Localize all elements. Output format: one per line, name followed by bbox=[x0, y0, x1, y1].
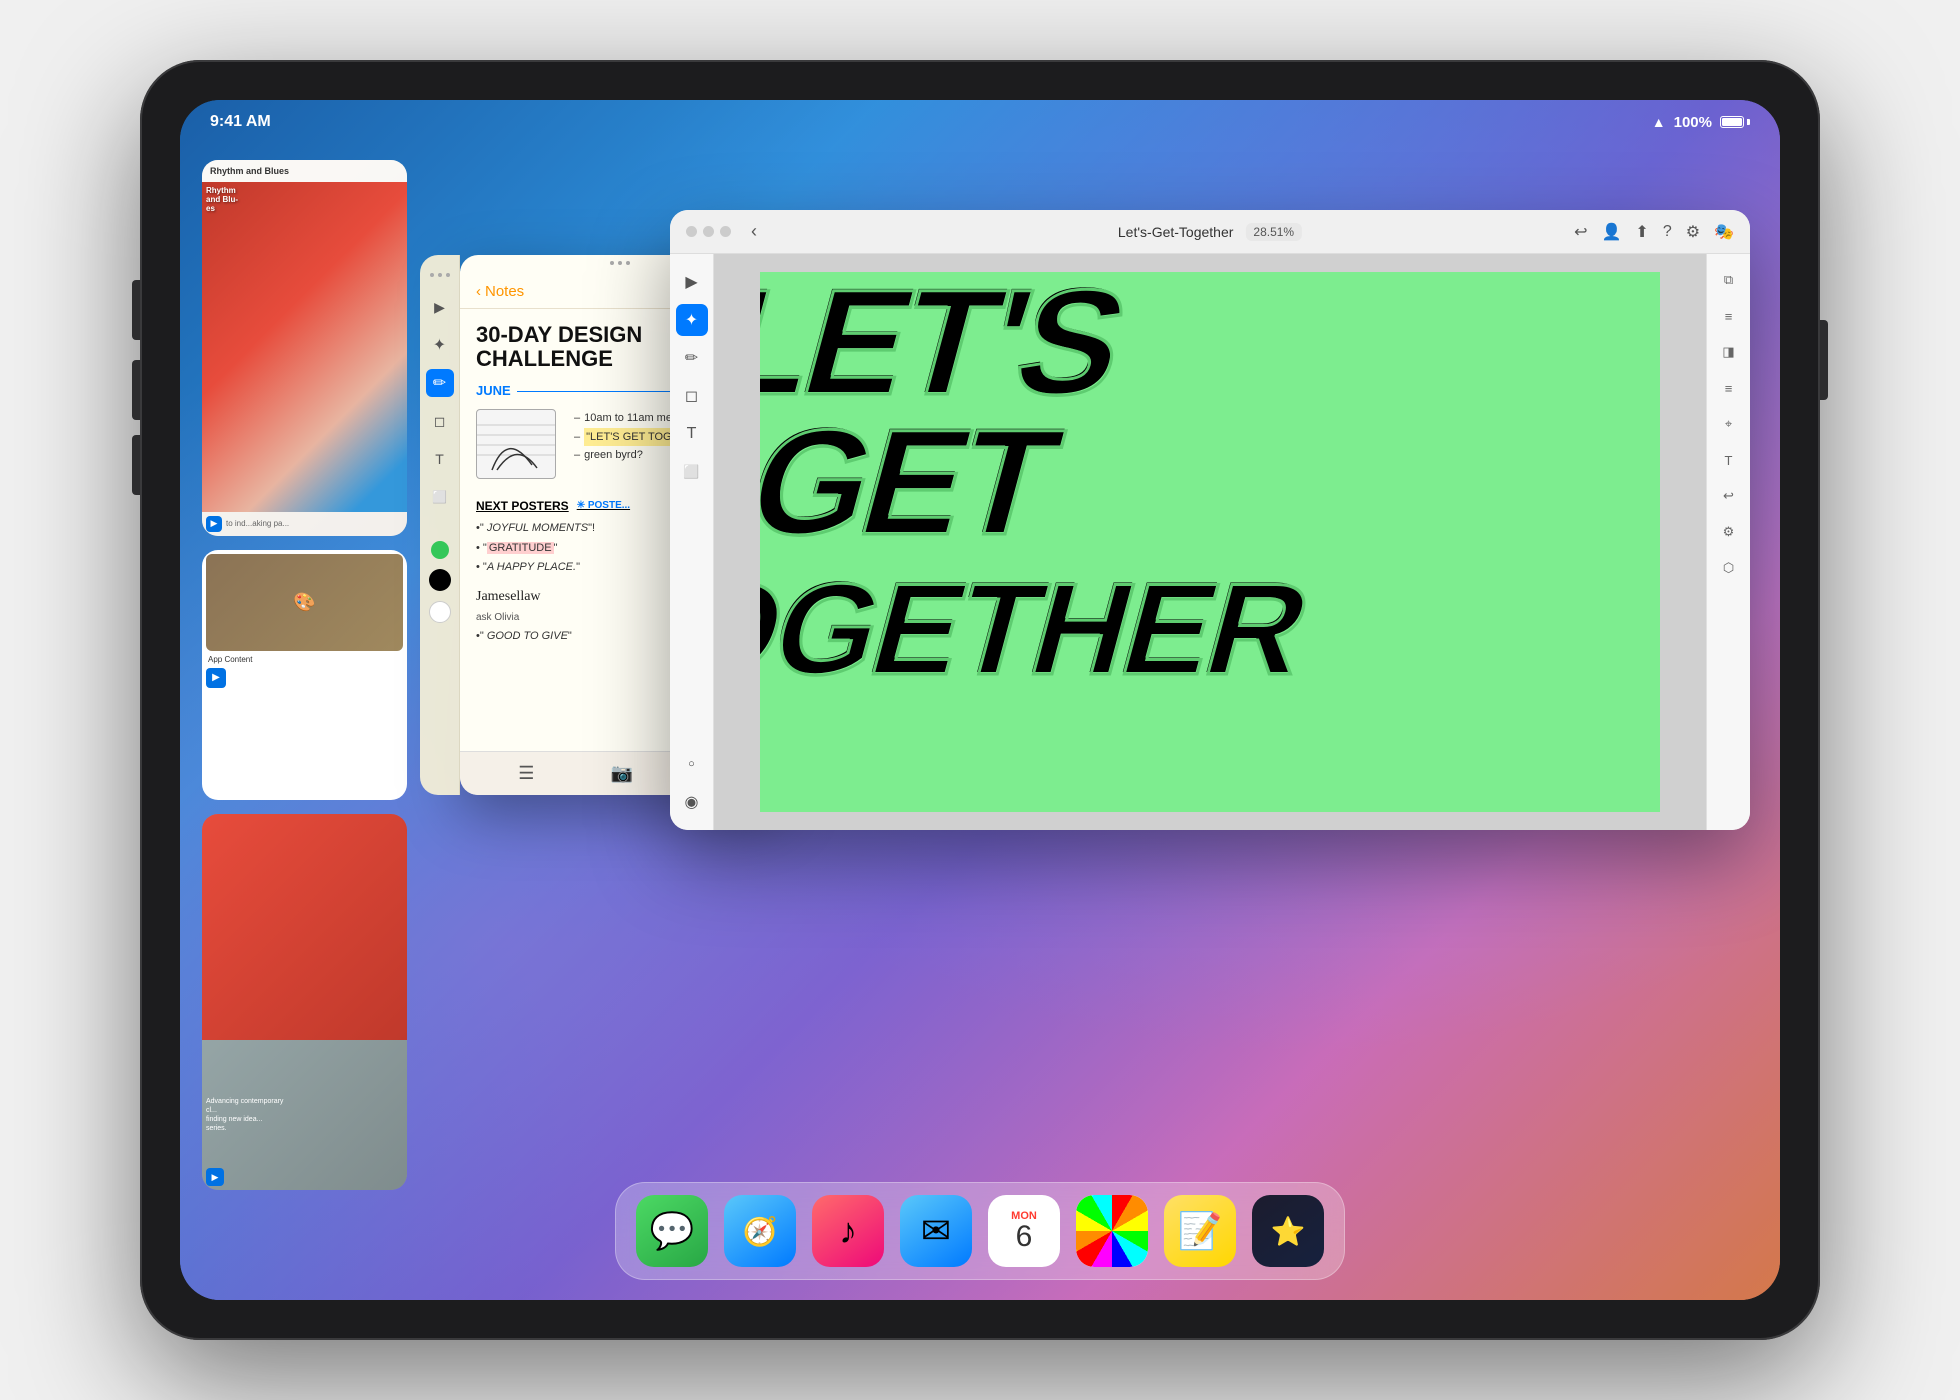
tool-pen-active[interactable]: ✦ bbox=[676, 304, 708, 336]
design-window-title: Let's-Get-Together bbox=[1118, 224, 1234, 240]
wifi-icon: ▲ bbox=[1652, 114, 1666, 130]
design-right-toolbar: ⧉ ≡ ◨ ≡ ⌖ T ↩ ⚙ ⬡ bbox=[1706, 254, 1750, 830]
right-tool-layers[interactable]: ⧉ bbox=[1715, 266, 1743, 294]
settings-icon[interactable]: ⚙ bbox=[1686, 222, 1700, 242]
design-zoom[interactable]: 28.51% bbox=[1245, 223, 1302, 241]
sidebar-card-3[interactable]: Advancing contemporarycl...finding new i… bbox=[202, 814, 407, 1190]
color-green[interactable] bbox=[431, 541, 449, 559]
dock: 💬 🧭 ♪ ✉ MON 6 � bbox=[615, 1182, 1345, 1280]
mail-icon: ✉ bbox=[921, 1210, 951, 1252]
dock-icon-photos[interactable] bbox=[1076, 1195, 1148, 1267]
ipad-shell: 9:41 AM ▲ 100% Rhythm and Blues bbox=[140, 60, 1820, 1340]
svg-text:TOGETHER: TOGETHER bbox=[760, 557, 1322, 702]
dock-icon-messages[interactable]: 💬 bbox=[636, 1195, 708, 1267]
tool-shape[interactable]: ◻ bbox=[426, 407, 454, 435]
tool-type[interactable]: T bbox=[676, 418, 708, 450]
design-titlebar-right: ↩ 👤 ⬆ ? ⚙ 🎭 bbox=[1574, 222, 1734, 242]
undo-icon[interactable]: ↩ bbox=[1574, 222, 1587, 242]
right-tool-align[interactable]: ≡ bbox=[1715, 374, 1743, 402]
dock-icon-safari[interactable]: 🧭 bbox=[724, 1195, 796, 1267]
battery-fill bbox=[1722, 118, 1742, 126]
tool-text[interactable]: T bbox=[426, 445, 454, 473]
share-icon[interactable]: ⬆ bbox=[1635, 222, 1648, 242]
battery-percent: 100% bbox=[1674, 114, 1712, 131]
svg-text:GET: GET bbox=[760, 399, 1075, 566]
notes-tool-camera[interactable]: 📷 bbox=[611, 763, 633, 784]
tool-select[interactable]: ▶ bbox=[676, 266, 708, 298]
status-time: 9:41 AM bbox=[210, 113, 271, 131]
tool-image[interactable]: ⬜ bbox=[426, 483, 454, 511]
notes-asterisk-badge: ✳ poste... bbox=[577, 498, 630, 513]
tool-move[interactable]: ▶ bbox=[426, 293, 454, 321]
design-canvas-area[interactable]: LET'S GET TOGETHER LET'S GET TOGETHER bbox=[714, 254, 1706, 830]
tool-rect[interactable]: ◻ bbox=[676, 380, 708, 412]
notes-tool-list[interactable]: ☰ bbox=[518, 763, 534, 784]
design-window-dots bbox=[686, 226, 731, 237]
design-titlebar: ‹ Let's-Get-Together 28.51% ↩ 👤 ⬆ ? ⚙ 🎭 bbox=[670, 210, 1750, 254]
right-tool-adjust[interactable]: ≡ bbox=[1715, 302, 1743, 330]
battery-indicator bbox=[1720, 116, 1750, 128]
right-tool-crop[interactable]: ◨ bbox=[1715, 338, 1743, 366]
color-white[interactable] bbox=[429, 601, 451, 623]
status-right: ▲ 100% bbox=[1652, 114, 1750, 131]
design-main: ▶ ✦ ✏ ◻ T ⬜ ○ ◉ bbox=[670, 254, 1750, 830]
design-canvas: LET'S GET TOGETHER LET'S GET TOGETHER bbox=[760, 272, 1660, 812]
right-tool-undo2[interactable]: ↩ bbox=[1715, 482, 1743, 510]
help-icon[interactable]: ? bbox=[1663, 223, 1672, 241]
user-icon[interactable]: 👤 bbox=[1602, 222, 1622, 242]
dock-icon-calendar[interactable]: MON 6 bbox=[988, 1195, 1060, 1267]
tool-pen[interactable]: ✦ bbox=[426, 331, 454, 359]
tool-brush[interactable]: ✏ bbox=[676, 342, 708, 374]
right-tool-place[interactable]: ⌖ bbox=[1715, 410, 1743, 438]
safari-icon: 🧭 bbox=[743, 1215, 778, 1248]
notes-section-header-text: NEXT POSTERS bbox=[476, 497, 569, 515]
design-window: ‹ Let's-Get-Together 28.51% ↩ 👤 ⬆ ? ⚙ 🎭 bbox=[670, 210, 1750, 830]
sidebar-card-1[interactable]: Rhythm and Blues Rhythmand Blu-es ▶ to i… bbox=[202, 160, 407, 536]
design-titlebar-center: Let's-Get-Together 28.51% bbox=[1118, 223, 1302, 241]
notes-pencil-sidebar: ▶ ✦ ✏ ◻ T ⬜ bbox=[420, 255, 460, 795]
design-left-toolbar: ▶ ✦ ✏ ◻ T ⬜ ○ ◉ bbox=[670, 254, 714, 830]
tool-img[interactable]: ⬜ bbox=[676, 456, 708, 488]
music-icon: ♪ bbox=[839, 1210, 857, 1252]
messages-icon: 💬 bbox=[650, 1210, 695, 1252]
sidebar-card-2[interactable]: 🎨 App Content ▶ bbox=[202, 550, 407, 801]
color-black[interactable] bbox=[429, 569, 451, 591]
right-tool-settings[interactable]: ⚙ bbox=[1715, 518, 1743, 546]
dock-icon-notes[interactable]: 📝 bbox=[1164, 1195, 1236, 1267]
notes-month-june: JUNE bbox=[476, 381, 511, 401]
right-tool-link[interactable]: ⬡ bbox=[1715, 554, 1743, 582]
multitask-sidebar: Rhythm and Blues Rhythmand Blu-es ▶ to i… bbox=[202, 160, 407, 1190]
notes-back-label: Notes bbox=[485, 283, 524, 300]
notes-sketch bbox=[476, 409, 556, 479]
pencil-sidebar-dots bbox=[424, 267, 456, 283]
battery-body bbox=[1720, 116, 1744, 128]
battery-nub bbox=[1747, 119, 1750, 125]
photos-icon bbox=[1076, 1195, 1148, 1267]
notes-back-button[interactable]: ‹ Notes bbox=[476, 283, 524, 300]
arcade-icon: ⭐ bbox=[1271, 1215, 1306, 1248]
dock-icon-music[interactable]: ♪ bbox=[812, 1195, 884, 1267]
notes-back-chevron: ‹ bbox=[476, 283, 481, 300]
right-tool-type2[interactable]: T bbox=[1715, 446, 1743, 474]
layers-icon[interactable]: 🎭 bbox=[1714, 222, 1734, 242]
calendar-day-number: 6 bbox=[1016, 1222, 1033, 1252]
ipad-screen: 9:41 AM ▲ 100% Rhythm and Blues bbox=[180, 100, 1780, 1300]
tool-more[interactable]: ○ bbox=[676, 748, 708, 780]
status-bar: 9:41 AM ▲ 100% bbox=[180, 100, 1780, 144]
dock-icon-arcade[interactable]: ⭐ bbox=[1252, 1195, 1324, 1267]
tool-pencil[interactable]: ✏ bbox=[426, 369, 454, 397]
tool-delete[interactable]: ◉ bbox=[676, 786, 708, 818]
dock-icon-mail[interactable]: ✉ bbox=[900, 1195, 972, 1267]
design-back-button[interactable]: ‹ bbox=[751, 221, 757, 242]
notes-icon: 📝 bbox=[1178, 1210, 1223, 1252]
